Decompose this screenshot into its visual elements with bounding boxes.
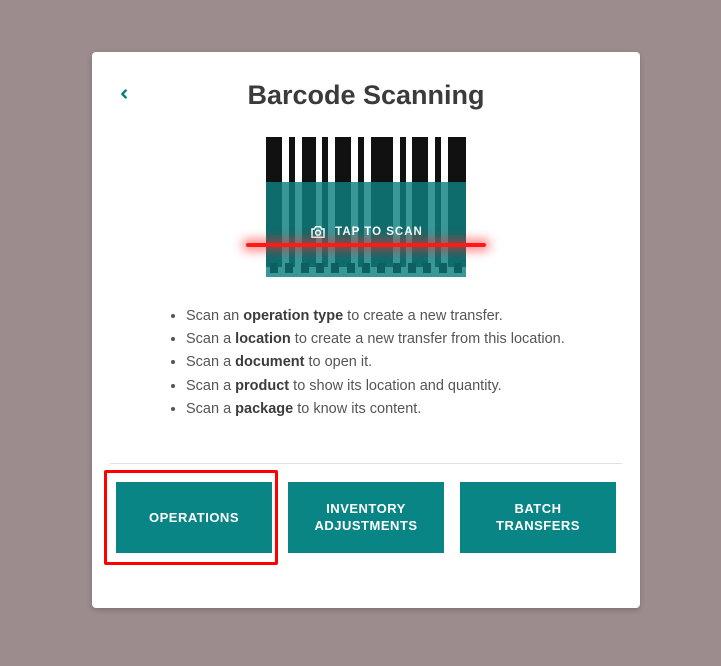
barcode-scan-widget[interactable]: TAP TO SCAN — [266, 137, 466, 277]
barcode-ticks — [266, 263, 466, 277]
instruction-item: Scan a package to know its content. — [186, 398, 578, 421]
instruction-bold: document — [235, 354, 304, 370]
inventory-button-wrap: INVENTORY ADJUSTMENTS — [288, 482, 444, 553]
instruction-suffix: to create a new transfer from this locat… — [291, 331, 565, 347]
instruction-suffix: to open it. — [304, 354, 372, 370]
barcode-scanning-card: Barcode Scanning TAP TO SCAN — [92, 52, 640, 608]
tap-to-scan-row: TAP TO SCAN — [266, 223, 466, 241]
instruction-item: Scan a product to show its location and … — [186, 375, 578, 398]
header: Barcode Scanning — [110, 80, 622, 111]
instruction-bold: operation type — [243, 308, 343, 324]
page-title: Barcode Scanning — [110, 80, 622, 111]
instruction-item: Scan a location to create a new transfer… — [186, 328, 578, 351]
scan-laser-line — [246, 243, 486, 247]
instruction-suffix: to show its location and quantity. — [289, 378, 502, 394]
tap-to-scan-label: TAP TO SCAN — [335, 226, 423, 238]
instruction-bold: product — [235, 378, 289, 394]
instruction-suffix: to know its content. — [293, 401, 421, 417]
instruction-prefix: Scan a — [186, 354, 235, 370]
batch-transfers-button[interactable]: BATCH TRANSFERS — [460, 482, 616, 553]
instructions-list: Scan an operation type to create a new t… — [110, 305, 622, 421]
operations-button[interactable]: OPERATIONS — [116, 482, 272, 553]
instruction-item: Scan an operation type to create a new t… — [186, 305, 578, 328]
instruction-prefix: Scan a — [186, 378, 235, 394]
instruction-prefix: Scan a — [186, 401, 235, 417]
instruction-suffix: to create a new transfer. — [343, 308, 503, 324]
inventory-adjustments-button[interactable]: INVENTORY ADJUSTMENTS — [288, 482, 444, 553]
action-button-row: OPERATIONS INVENTORY ADJUSTMENTS BATCH T… — [110, 482, 622, 553]
instruction-prefix: Scan an — [186, 308, 243, 324]
operations-button-wrap: OPERATIONS — [116, 482, 272, 553]
instruction-bold: location — [235, 331, 291, 347]
divider — [110, 463, 622, 464]
chevron-left-icon — [117, 87, 131, 106]
instruction-prefix: Scan a — [186, 331, 235, 347]
batch-button-wrap: BATCH TRANSFERS — [460, 482, 616, 553]
instruction-bold: package — [235, 401, 293, 417]
camera-icon — [309, 223, 327, 241]
back-button[interactable] — [110, 82, 138, 110]
instruction-item: Scan a document to open it. — [186, 351, 578, 374]
